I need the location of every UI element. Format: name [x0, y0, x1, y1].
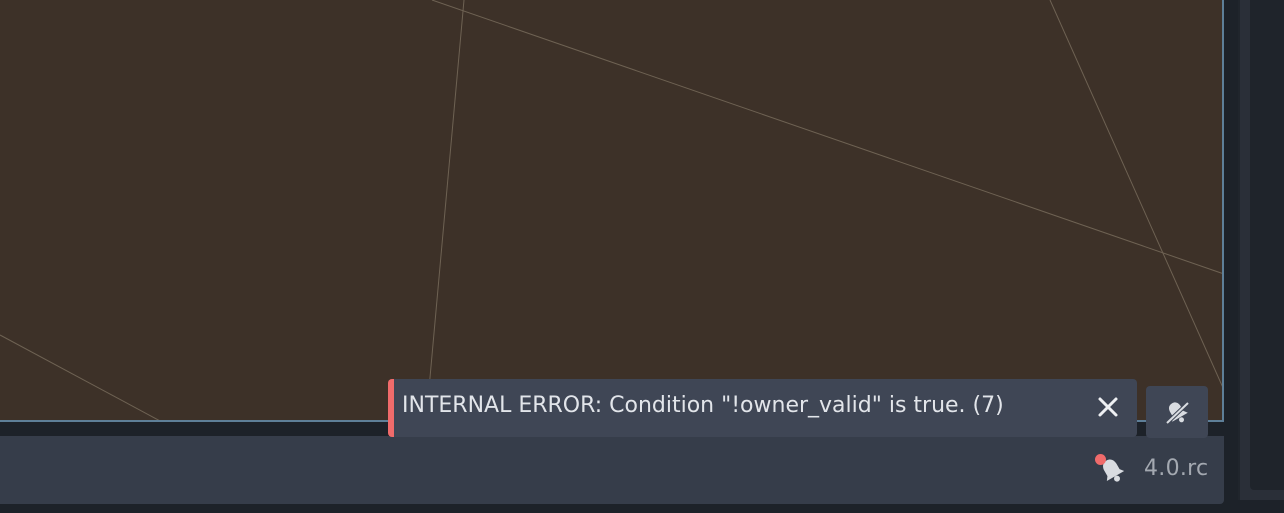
guide-line [1049, 0, 1222, 387]
version-label: 4.0.rc [1144, 456, 1209, 481]
right-dock-inner [1250, 0, 1284, 490]
toast-close-button[interactable] [1094, 393, 1122, 421]
mute-notifications-button[interactable] [1146, 386, 1208, 438]
right-dock-panel [1238, 0, 1284, 500]
error-toast[interactable]: INTERNAL ERROR: Condition "!owner_valid"… [388, 379, 1137, 437]
guide-line [0, 334, 160, 420]
bell-muted-icon [1165, 401, 1190, 425]
viewport-guide-lines [0, 0, 1222, 420]
close-icon [1098, 397, 1118, 417]
bottom-status-bar [0, 436, 1224, 504]
unread-indicator-dot [1095, 454, 1106, 465]
toast-message: INTERNAL ERROR: Condition "!owner_valid"… [402, 393, 1004, 418]
guide-line [431, 0, 1222, 274]
viewport-2d[interactable] [0, 0, 1224, 422]
guide-line [425, 0, 465, 420]
